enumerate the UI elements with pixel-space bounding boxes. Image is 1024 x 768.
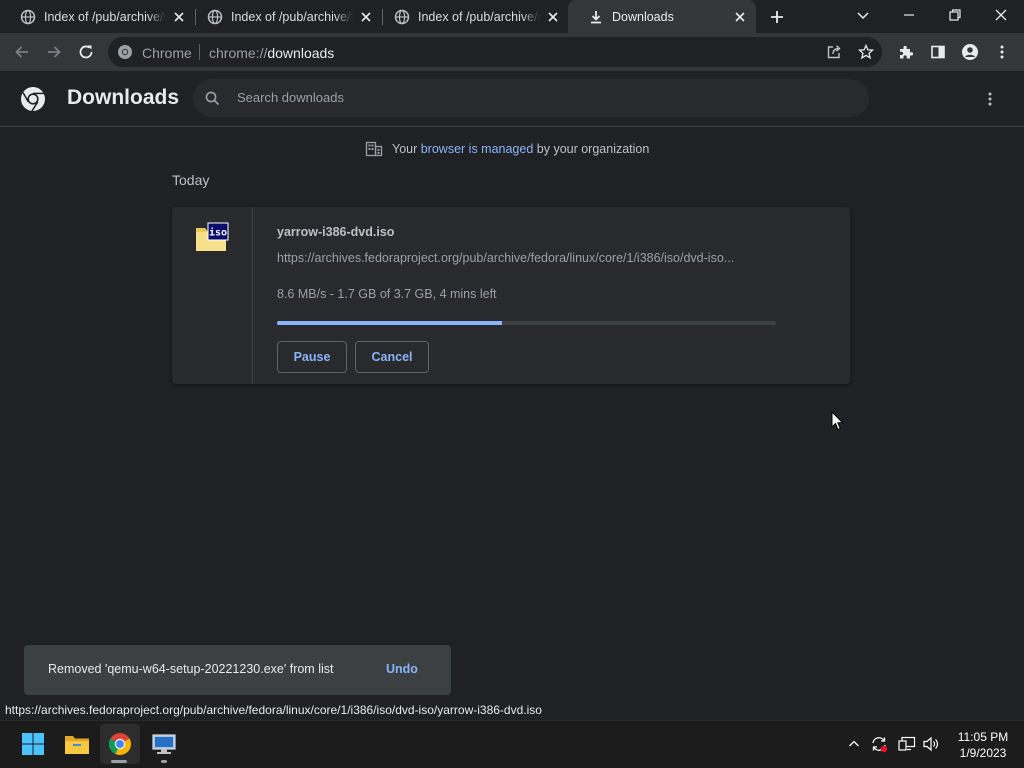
new-tab-button[interactable]	[763, 3, 791, 31]
globe-icon	[207, 9, 223, 24]
section-label-today: Today	[172, 172, 210, 188]
tab-index-2[interactable]: Index of /pub/archive/fedora	[187, 0, 382, 33]
sync-icon	[872, 737, 888, 753]
close-icon	[995, 9, 1007, 21]
extensions-button[interactable]	[892, 38, 920, 66]
file-explorer-button[interactable]	[57, 724, 97, 764]
globe-icon	[394, 9, 410, 24]
restore-button[interactable]	[941, 1, 969, 29]
monitor-icon	[152, 734, 176, 754]
close-icon[interactable]	[358, 9, 374, 25]
remote-desktop-indicator	[161, 760, 167, 763]
bookmark-button[interactable]	[852, 38, 880, 66]
share-button[interactable]	[820, 38, 848, 66]
tab-downloads[interactable]: Downloads	[568, 0, 756, 33]
close-icon[interactable]	[545, 9, 561, 25]
chrome-taskbar-button[interactable]	[100, 724, 140, 764]
managed-suffix: by your organization	[533, 142, 650, 156]
managed-notice: Your browser is managed by your organiza…	[365, 141, 649, 157]
arrow-left-icon	[15, 46, 28, 58]
globe-icon	[20, 9, 36, 24]
url-text[interactable]: chrome://downloads	[209, 45, 334, 61]
managed-prefix: Your	[392, 142, 421, 156]
chrome-logo-icon	[21, 87, 45, 112]
volume-icon	[923, 736, 938, 752]
clock-time[interactable]: 11:05 PM	[956, 730, 1010, 744]
url-host: downloads	[267, 45, 335, 61]
kebab-menu-icon	[988, 92, 992, 106]
pause-button[interactable]: Pause	[277, 341, 347, 373]
chrome-active-indicator	[111, 760, 127, 763]
menu-button[interactable]	[988, 38, 1016, 66]
tab-index-3[interactable]: Index of /pub/archive/fedora	[374, 0, 569, 33]
download-url[interactable]: https://archives.fedoraproject.org/pub/a…	[277, 251, 734, 265]
volume-tray-button[interactable]	[917, 730, 945, 758]
plus-icon	[771, 11, 783, 23]
puzzle-icon	[900, 45, 914, 59]
download-filename[interactable]: yarrow-i386-dvd.iso	[277, 225, 394, 239]
iso-file-icon: iso	[196, 222, 229, 251]
omnibox-divider	[199, 44, 200, 60]
chevron-up-icon	[849, 740, 859, 747]
download-status: 8.6 MB/s - 1.7 GB of 3.7 GB, 4 mins left	[277, 287, 497, 301]
forward-button[interactable]	[40, 38, 68, 66]
start-button[interactable]	[13, 724, 53, 764]
download-icon	[591, 10, 601, 23]
profile-icon	[962, 44, 978, 60]
status-bubble: https://archives.fedoraproject.org/pub/a…	[0, 701, 548, 720]
tab-title: Index of /pub/archive/fedora	[231, 9, 353, 24]
tab-title: Downloads	[612, 9, 674, 24]
search-icon	[205, 91, 220, 106]
minimize-icon	[904, 14, 914, 16]
iso-icon-label: iso	[209, 227, 227, 239]
managed-link[interactable]: browser is managed	[421, 142, 534, 156]
kebab-menu-icon	[1000, 45, 1004, 59]
mouse-cursor-icon	[831, 411, 844, 431]
download-item	[172, 207, 850, 384]
cancel-button[interactable]: Cancel	[355, 341, 429, 373]
building-icon	[365, 141, 383, 157]
folder-icon	[65, 736, 89, 754]
show-hidden-icons-button[interactable]	[840, 730, 868, 758]
tab-title: Index of /pub/archive/fedora	[44, 9, 166, 24]
windows-logo-icon	[22, 733, 44, 755]
omnibox-chip: Chrome	[142, 45, 192, 61]
chrome-logo-icon	[118, 45, 132, 59]
chrome-logo-icon	[108, 733, 131, 755]
toast-message: Removed 'qemu-w64-setup-20221230.exe' fr…	[48, 662, 334, 676]
clock-date[interactable]: 1/9/2023	[956, 746, 1010, 760]
search-placeholder: Search downloads	[237, 90, 344, 105]
tab-index-1[interactable]: Index of /pub/archive/fedora	[0, 0, 195, 33]
page-title: Downloads	[67, 86, 180, 109]
download-progress-bar	[277, 321, 776, 325]
chevron-down-icon	[857, 12, 869, 20]
side-panel-button[interactable]	[924, 38, 952, 66]
tab-search-button[interactable]	[849, 1, 877, 29]
close-icon[interactable]	[171, 9, 187, 25]
remote-desktop-button[interactable]	[144, 724, 184, 764]
download-progress-fill	[277, 321, 502, 325]
downloads-menu-button[interactable]	[976, 85, 1004, 113]
card-divider	[252, 207, 253, 384]
close-icon[interactable]	[732, 9, 748, 25]
undo-button[interactable]: Undo	[386, 662, 418, 676]
profile-button[interactable]	[956, 38, 984, 66]
tab-title: Index of /pub/archive/fedora	[418, 9, 540, 24]
network-icon	[898, 736, 916, 751]
window-close-button[interactable]	[987, 1, 1015, 29]
minimize-button[interactable]	[895, 1, 923, 29]
reload-button[interactable]	[72, 38, 100, 66]
url-scheme: chrome://	[209, 45, 268, 61]
star-icon	[858, 44, 874, 60]
side-panel-icon	[931, 45, 945, 59]
reload-icon	[79, 45, 93, 59]
back-button[interactable]	[8, 38, 36, 66]
share-icon	[827, 45, 841, 59]
arrow-right-icon	[48, 46, 61, 58]
restore-icon	[949, 9, 961, 21]
sync-tray-button[interactable]	[865, 730, 893, 758]
